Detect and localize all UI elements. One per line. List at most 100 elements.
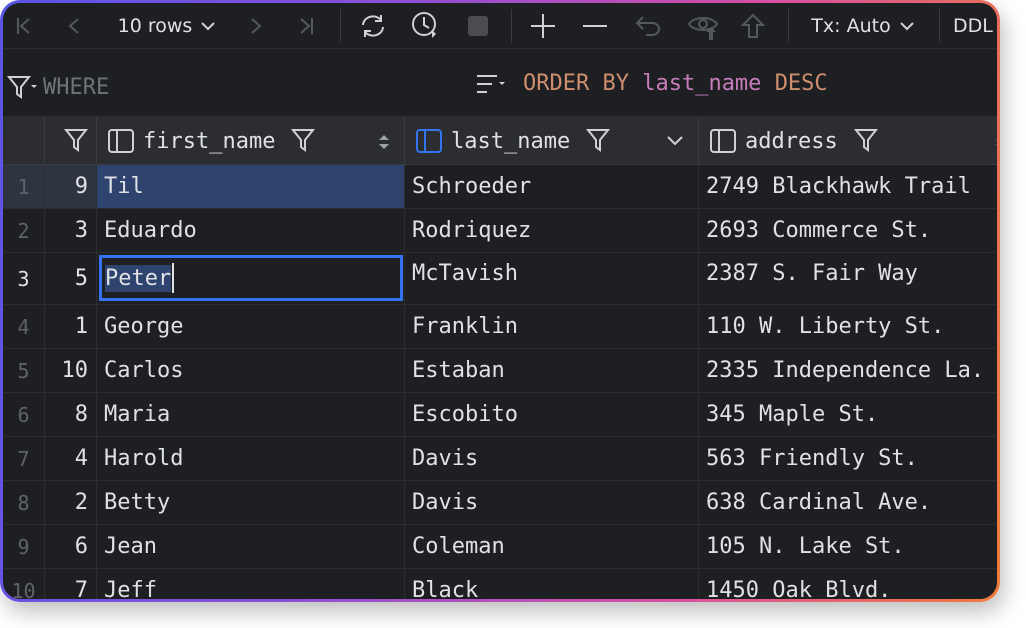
delete-row-icon[interactable] [579,7,611,45]
id-cell[interactable]: 9 [45,165,97,208]
ddl-label: DDL [953,15,993,37]
first-name-cell[interactable]: George [97,305,405,348]
table-row[interactable]: 10 7 Jeff Black 1450 Oak Blvd. [3,569,997,599]
window-frame: 10 rows Tx: Auto DDL WHERE ORDER BY last… [0,0,1000,602]
row-number: 9 [3,525,45,568]
row-number: 4 [3,305,45,348]
address-cell[interactable]: 1450 Oak Blvd. [699,569,997,599]
table-row[interactable]: 5 10 Carlos Estaban 2335 Independence La… [3,349,997,393]
id-cell[interactable]: 1 [45,305,97,348]
sort-toggle-icon[interactable] [378,133,390,151]
address-cell[interactable]: 638 Cardinal Ave. [699,481,997,524]
filter-bar: WHERE ORDER BY last_name DESC [3,49,997,117]
address-cell[interactable]: 105 N. Lake St. [699,525,997,568]
filter-icon[interactable] [6,75,39,106]
id-cell[interactable]: 5 [45,253,97,304]
table-row[interactable]: 8 2 Betty Davis 638 Cardinal Ave. [3,481,997,525]
address-cell[interactable]: 2693 Commerce St. [699,209,997,252]
last-name-cell[interactable]: Davis [405,481,699,524]
column-name: first_name [143,128,276,154]
rows-dropdown[interactable]: 10 rows [107,7,227,45]
first-name-cell[interactable]: Betty [97,481,405,524]
where-filter-input[interactable]: WHERE [43,75,109,100]
transaction-mode-dropdown[interactable]: Tx: Auto [801,7,925,45]
column-icon [108,129,134,153]
address-cell[interactable]: 2749 Blackhawk Trail [699,165,997,208]
last-name-cell[interactable]: McTavish [405,253,699,304]
last-page-icon[interactable] [291,7,321,45]
table-row[interactable]: 4 1 George Franklin 110 W. Liberty St. [3,305,997,349]
id-column-filter-icon[interactable] [45,117,97,165]
column-header-address[interactable]: address [699,117,997,165]
column-icon [416,129,442,153]
stop-icon[interactable] [463,7,493,45]
first-page-icon[interactable] [9,7,39,45]
last-name-cell[interactable]: Estaban [405,349,699,392]
id-cell[interactable]: 6 [45,525,97,568]
preview-icon[interactable] [685,7,721,45]
ddl-button[interactable]: DDL [953,7,997,45]
sort-icon[interactable] [475,73,509,102]
table-row[interactable]: 9 6 Jean Coleman 105 N. Lake St. [3,525,997,569]
table-row[interactable]: 3 5 McTavish 2387 S. Fair Way Peter [3,253,997,305]
add-row-icon[interactable] [527,7,559,45]
prev-page-icon[interactable] [59,7,89,45]
last-name-cell[interactable]: Black [405,569,699,599]
id-cell[interactable]: 2 [45,481,97,524]
toolbar-separator [788,9,789,43]
address-cell[interactable]: 2387 S. Fair Way [699,253,997,304]
id-cell[interactable]: 10 [45,349,97,392]
last-name-cell[interactable]: Davis [405,437,699,480]
next-page-icon[interactable] [241,7,271,45]
table-row[interactable]: 1 9 Til Schroeder 2749 Blackhawk Trail [3,165,997,209]
last-name-cell[interactable]: Franklin [405,305,699,348]
first-name-cell[interactable]: Maria [97,393,405,436]
first-name-cell[interactable]: Eduardo [97,209,405,252]
row-number: 2 [3,209,45,252]
first-name-cell[interactable]: Jeff [97,569,405,599]
id-cell[interactable]: 8 [45,393,97,436]
column-filter-icon[interactable] [291,128,316,154]
address-cell[interactable]: 345 Maple St. [699,393,997,436]
address-cell[interactable]: 110 W. Liberty St. [699,305,997,348]
id-cell[interactable]: 4 [45,437,97,480]
order-by-direction: DESC [774,71,828,96]
grid-header: first_name last_name address [3,117,997,165]
order-by-input[interactable]: ORDER BY last_name DESC [523,71,828,96]
history-icon[interactable] [407,7,445,45]
last-name-cell[interactable]: Escobito [405,393,699,436]
column-filter-icon[interactable] [586,128,611,154]
first-name-cell[interactable]: Carlos [97,349,405,392]
table-row[interactable]: 7 4 Harold Davis 563 Friendly St. [3,437,997,481]
column-icon [710,129,736,153]
last-name-cell[interactable]: Coleman [405,525,699,568]
row-number: 7 [3,437,45,480]
column-filter-icon[interactable] [853,128,878,154]
last-name-cell[interactable]: Rodriquez [405,209,699,252]
first-name-cell[interactable]: Jean [97,525,405,568]
chevron-down-icon [201,22,216,31]
toolbar-separator [511,9,512,43]
table-row[interactable]: 6 8 Maria Escobito 345 Maple St. [3,393,997,437]
column-header-last-name[interactable]: last_name [405,117,699,165]
address-cell[interactable]: 563 Friendly St. [699,437,997,480]
first-name-cell[interactable]: Til [97,165,405,208]
column-header-first-name[interactable]: first_name [97,117,405,165]
cell-editor-input[interactable]: Peter [99,255,403,301]
refresh-icon[interactable] [355,7,391,45]
row-number: 8 [3,481,45,524]
address-cell[interactable]: 2335 Independence La. [699,349,997,392]
sort-toggle-icon[interactable] [995,133,997,151]
row-number: 10 [3,569,45,599]
last-name-cell[interactable]: Schroeder [405,165,699,208]
revert-icon[interactable] [633,7,665,45]
sort-descending-icon[interactable] [666,135,684,147]
rows-label: 10 rows [117,15,193,37]
row-number-header [3,117,45,165]
toolbar-separator [939,9,940,43]
submit-icon[interactable] [737,7,769,45]
first-name-cell[interactable]: Harold [97,437,405,480]
table-row[interactable]: 2 3 Eduardo Rodriquez 2693 Commerce St. [3,209,997,253]
id-cell[interactable]: 7 [45,569,97,599]
id-cell[interactable]: 3 [45,209,97,252]
